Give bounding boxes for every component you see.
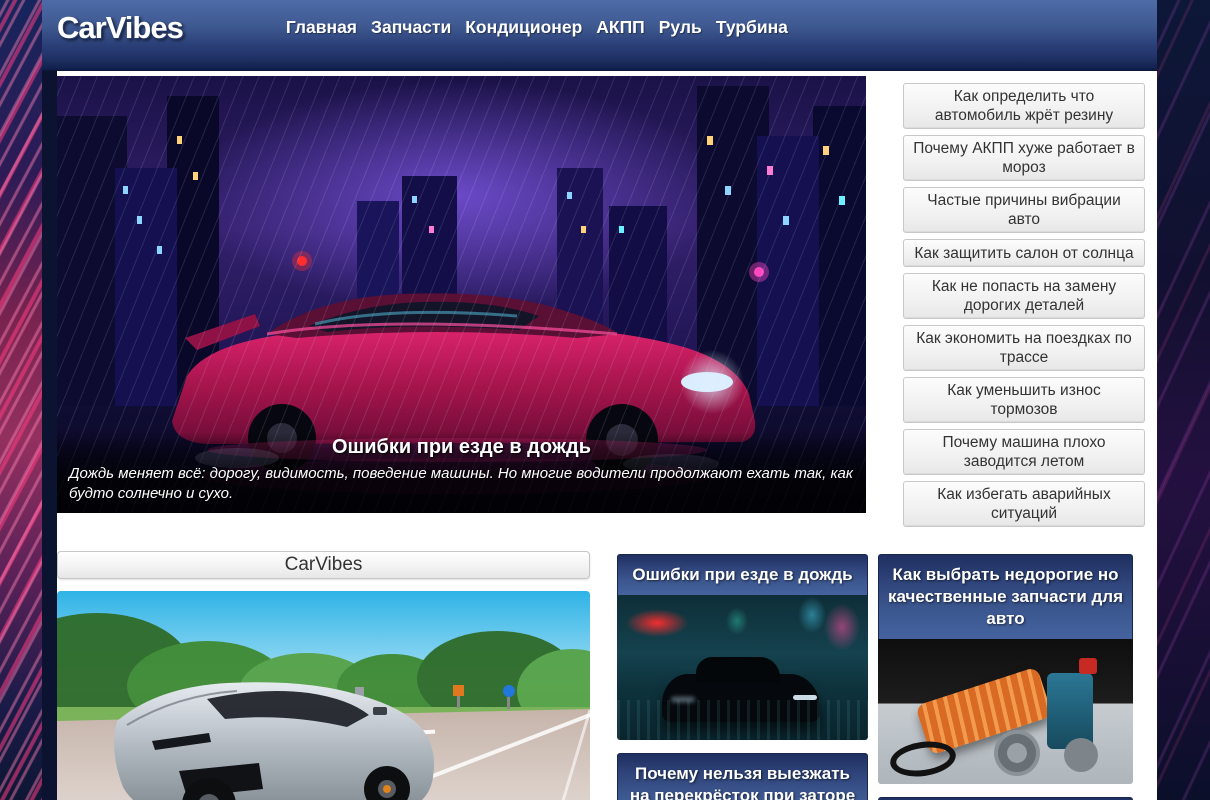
sidebar-article-list: Как определить что автомобиль жрёт резин…	[903, 76, 1145, 533]
widget-title-bar: CarVibes	[57, 551, 590, 579]
left-column: CarVibes	[57, 551, 590, 800]
hero-article-link[interactable]: Ошибки при езде в дождь Дождь меняет всё…	[57, 76, 866, 513]
article-card: Ошибки при езде в дождь	[617, 554, 868, 740]
nav-item-akpp[interactable]: АКПП	[589, 17, 651, 38]
sidebar-link-interior-sun[interactable]: Как защитить салон от солнца	[903, 239, 1145, 267]
nav-item-turbine[interactable]: Турбина	[709, 17, 795, 38]
nav-item-steering[interactable]: Руль	[652, 17, 709, 38]
black-wires	[888, 738, 958, 781]
card-image-black-car-rainy-street[interactable]	[617, 595, 868, 740]
article-card: Почему нельзя выезжать на перекрёсток пр…	[617, 753, 868, 800]
background-speed-streaks-left	[0, 0, 42, 800]
content-left-border	[42, 71, 57, 800]
nav-item-air-conditioner[interactable]: Кондиционер	[458, 17, 589, 38]
sidebar-link-akpp-frost[interactable]: Почему АКПП хуже работает в мороз	[903, 135, 1145, 181]
hero-caption: Ошибки при езде в дождь Дождь меняет всё…	[57, 432, 866, 513]
sidebar-link-tire-wear[interactable]: Как определить что автомобиль жрёт резин…	[903, 83, 1145, 129]
card-image-spare-parts[interactable]	[878, 639, 1133, 784]
sidebar-link-summer-start[interactable]: Почему машина плохо заводится летом	[903, 429, 1145, 475]
page-wrapper: CarVibes Главная Запчасти Кондиционер АК…	[42, 0, 1157, 800]
nav-item-spare-parts[interactable]: Запчасти	[364, 17, 458, 38]
background-speed-streaks-right	[1157, 0, 1210, 800]
site-header: CarVibes Главная Запчасти Кондиционер АК…	[42, 0, 1157, 71]
sidebar-link-brake-wear[interactable]: Как уменьшить износ тормозов	[903, 377, 1145, 423]
site-logo[interactable]: CarVibes	[57, 10, 183, 46]
sidebar-link-vibration-causes[interactable]: Частые причины вибрации авто	[903, 187, 1145, 233]
sidebar-link-highway-savings[interactable]: Как экономить на поездках по трассе	[903, 325, 1145, 371]
silver-car-highway-image	[57, 591, 590, 800]
hero-title: Ошибки при езде в дождь	[69, 436, 854, 459]
nav-item-home[interactable]: Главная	[279, 17, 364, 38]
sidebar-link-expensive-parts[interactable]: Как не попасть на замену дорогих деталей	[903, 273, 1145, 319]
card-title-intersection-jam[interactable]: Почему нельзя выезжать на перекрёсток пр…	[617, 753, 868, 800]
card-title-rain-driving[interactable]: Ошибки при езде в дождь	[617, 554, 868, 595]
article-image-silver-car-highway[interactable]	[57, 591, 590, 800]
article-card: Как выбрать недорогие но качественные за…	[878, 554, 1133, 784]
hero-subtitle: Дождь меняет всё: дорогу, видимость, пов…	[69, 464, 854, 504]
middle-column: Ошибки при езде в дождь Почему нельзя вы…	[617, 554, 868, 800]
right-column: Как выбрать недорогие но качественные за…	[878, 554, 1133, 800]
blue-oil-jug	[1047, 673, 1093, 749]
main-nav: Главная Запчасти Кондиционер АКПП Руль Т…	[279, 17, 795, 38]
sidebar-link-avoid-accidents[interactable]: Как избегать аварийных ситуаций	[903, 481, 1145, 527]
content-area: Ошибки при езде в дождь Дождь меняет всё…	[57, 71, 1157, 800]
metal-pulley	[994, 730, 1040, 776]
car-headlights	[793, 695, 817, 700]
card-title-cheap-parts[interactable]: Как выбрать недорогие но качественные за…	[878, 554, 1133, 639]
